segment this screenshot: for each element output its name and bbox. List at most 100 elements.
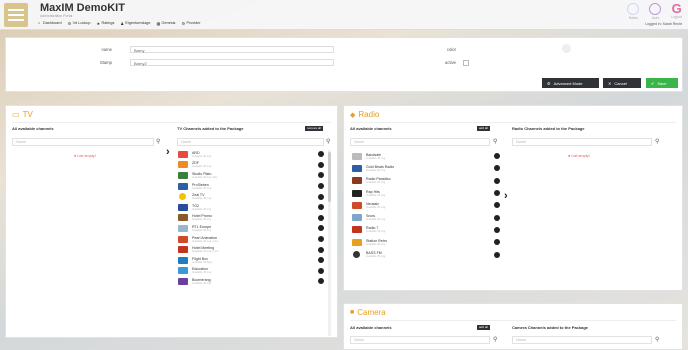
tv-available-empty: ● List empty! (74, 154, 96, 158)
add-icon[interactable] (494, 190, 500, 197)
channel-logo-icon (179, 193, 186, 201)
user-circle-icon (649, 3, 662, 15)
stamp-input[interactable]: Barny2 (130, 59, 334, 66)
search-icon[interactable]: ⚲ (493, 336, 497, 343)
app-subtitle: Administration Portal (40, 14, 73, 18)
search-icon[interactable]: ⚲ (326, 138, 330, 145)
list-item: Boomerang Available 45 orig. (178, 276, 326, 287)
gear-icon: ⚙ (181, 22, 185, 26)
user-icon: ♟ (120, 22, 124, 26)
channel-logo-icon (352, 214, 362, 222)
remove-icon[interactable] (318, 236, 324, 243)
nav-provider[interactable]: ⚙ Provider (181, 21, 200, 26)
camera-icon: ■ (350, 309, 355, 316)
camera-available-search[interactable]: Name (350, 336, 490, 344)
tv-available-search[interactable]: Name (12, 138, 154, 146)
radio-available-title: All available channels (350, 126, 392, 131)
list-item: ProSieben Available 45 orig. (178, 181, 326, 192)
search-icon[interactable]: ⚲ (655, 138, 659, 145)
scrollbar-thumb[interactable] (328, 152, 331, 202)
add-icon[interactable] (494, 214, 500, 221)
radio-add-all-button[interactable]: add all (477, 126, 490, 131)
remove-icon[interactable] (318, 204, 324, 211)
radio-added-title: Radio Channels added to the Package (512, 126, 585, 131)
cancel-button[interactable]: ✕ Cancel (603, 78, 641, 88)
add-icon[interactable] (494, 239, 500, 246)
list-item: Snow Available 45 orig. (352, 211, 502, 223)
remove-icon[interactable] (318, 267, 324, 274)
list-item: ZDF Available 45 orig. (178, 160, 326, 171)
remove-icon[interactable] (318, 193, 324, 200)
list-item: Radio 7 Available 45 orig. (352, 224, 502, 236)
add-icon[interactable] (494, 177, 500, 184)
channel-logo-icon (352, 177, 362, 185)
channel-logo-icon (178, 246, 188, 254)
remove-icon[interactable] (318, 278, 324, 285)
tv-list-scrollbar[interactable] (328, 150, 331, 336)
channel-logo-icon (352, 226, 362, 234)
move-right-arrow-icon[interactable]: › (166, 146, 170, 158)
divider (350, 320, 676, 321)
app-title: MaxIM DemoKIT (40, 2, 125, 14)
save-button[interactable]: ✔ Save (646, 78, 678, 88)
star-icon: ★ (96, 22, 100, 26)
menu-logo-icon[interactable] (4, 3, 28, 27)
logout-icon: G (671, 1, 682, 16)
channel-logo-icon (178, 182, 188, 190)
camera-added-search[interactable]: Name (512, 336, 652, 344)
add-icon[interactable] (494, 202, 500, 209)
list-item: Radio Paradiso Available 45 orig. (352, 175, 502, 187)
remove-icon[interactable] (318, 172, 324, 179)
add-icon[interactable] (494, 153, 500, 160)
remove-icon[interactable] (318, 183, 324, 190)
search-icon[interactable]: ⚲ (655, 336, 659, 343)
list-item: Hotel Meeting Available 45 orig. prom (178, 244, 326, 255)
channel-logo-icon (178, 224, 188, 232)
channel-logo-icon (178, 171, 188, 179)
channel-logo-icon (178, 203, 188, 211)
add-icon[interactable] (494, 165, 500, 172)
user-button[interactable]: User (649, 3, 662, 20)
remove-icon[interactable] (318, 246, 324, 253)
list-item: Pearl Animation Available 45 orig. prom (178, 234, 326, 245)
nav-dashboard[interactable]: ⌂ Dashboard (38, 21, 62, 25)
add-icon[interactable] (494, 251, 500, 258)
remove-icon[interactable] (318, 151, 324, 158)
color-label: color (446, 47, 456, 52)
radio-available-search[interactable]: Name (350, 138, 490, 146)
tv-added-title: TV Channels added to the Package (177, 126, 244, 131)
list-item: Zeal TV Available 45 orig. (178, 191, 326, 202)
search-icon[interactable]: ⚲ (156, 138, 160, 145)
advanced-mode-button[interactable]: ⚙ Advanced Mode (542, 78, 599, 88)
home-icon: ⌂ (38, 21, 41, 25)
radio-added-empty: ● List empty! (568, 154, 590, 158)
radio-icon: ◆ (350, 111, 356, 119)
remove-icon[interactable] (318, 161, 324, 168)
search-icon[interactable]: ⚲ (493, 138, 497, 145)
move-right-arrow-icon[interactable]: › (504, 190, 508, 202)
notes-button[interactable]: Notes (627, 3, 640, 20)
divider (12, 122, 331, 123)
tv-card-header: ▭ TV (12, 110, 33, 119)
camera-add-all-button[interactable]: add all (477, 325, 490, 330)
radio-added-search[interactable]: Name (512, 138, 652, 146)
remove-icon[interactable] (318, 214, 324, 221)
tv-remove-all-button[interactable]: remove all (305, 126, 323, 131)
color-picker[interactable] (562, 44, 571, 53)
logout-button[interactable]: G Logout (671, 1, 682, 19)
add-icon[interactable] (494, 226, 500, 233)
nav-ratings[interactable]: ★ Ratings (96, 21, 115, 26)
tv-added-list: ARD Available 45 orig. ZDF Available 45 or… (178, 149, 326, 287)
nav-eigentumslage[interactable]: ♟ Eigentumslage (120, 21, 150, 26)
nav-genesis[interactable]: ▦ Genesis (157, 21, 176, 26)
name-input[interactable]: Barny (130, 46, 334, 53)
remove-icon[interactable] (318, 257, 324, 264)
nav-lockup[interactable]: ⚙ Vd Lockup (68, 21, 91, 26)
list-item: BASS FM Available 45 orig. (352, 248, 502, 260)
tv-card: ▭ TV All available channels Name ⚲ ● Lis… (5, 105, 338, 338)
tv-added-search[interactable]: Name (177, 138, 324, 146)
remove-icon[interactable] (318, 225, 324, 232)
channel-logo-icon (178, 267, 188, 275)
package-form: name Barny Stamp Barny2 color active ⚙ Ad… (5, 37, 683, 92)
active-checkbox[interactable] (463, 60, 469, 66)
